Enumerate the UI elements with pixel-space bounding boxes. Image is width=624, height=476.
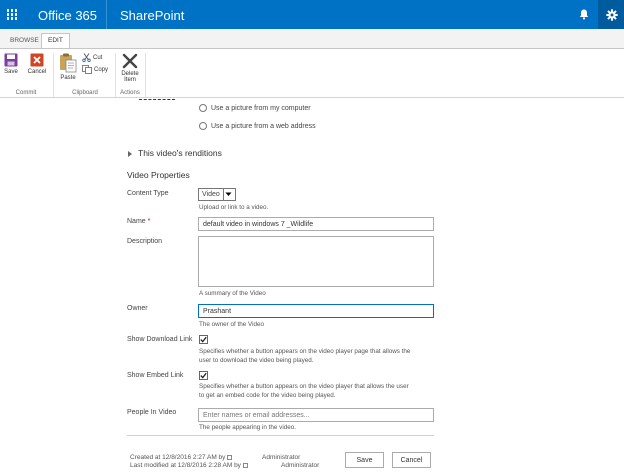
form-cancel-button[interactable]: Cancel bbox=[392, 452, 431, 468]
people-label: People In Video bbox=[127, 409, 177, 416]
required-indicator: * bbox=[147, 218, 151, 225]
modified-text: Last modified at 12/8/2016 2:28 AM by bbox=[130, 462, 241, 469]
group-label-actions: Actions bbox=[120, 90, 140, 96]
name-label-text: Name bbox=[127, 218, 146, 225]
group-label-commit: Commit bbox=[15, 90, 37, 96]
presence-icon bbox=[227, 454, 233, 460]
owner-label: Owner bbox=[127, 305, 148, 312]
thumbnail-preview-edge bbox=[139, 99, 175, 101]
product-link[interactable]: SharePoint bbox=[120, 8, 184, 23]
brand-link[interactable]: Office 365 bbox=[38, 8, 97, 23]
thumbnail-option-computer[interactable]: Use a picture from my computer bbox=[199, 104, 311, 112]
suite-divider bbox=[106, 0, 107, 29]
modified-info: Last modified at 12/8/2016 2:28 AM by bbox=[130, 462, 248, 469]
copy-icon bbox=[82, 65, 92, 74]
show-download-hint: Specifies whether a button appears on th… bbox=[199, 347, 410, 365]
chevron-down-icon bbox=[222, 189, 233, 200]
delete-item-button[interactable]: Delete Item bbox=[118, 53, 142, 83]
section-heading: Video Properties bbox=[127, 170, 190, 180]
ribbon-tabs: BROWSE EDIT bbox=[0, 29, 624, 49]
waffle-icon bbox=[6, 9, 18, 20]
expand-arrow-icon bbox=[128, 150, 132, 157]
save-label: Save bbox=[4, 69, 18, 75]
owner-hint: The owner of the Video bbox=[199, 321, 264, 328]
people-picker-input[interactable]: Enter names or email addresses... bbox=[198, 408, 434, 422]
content-type-hint: Upload or link to a video. bbox=[199, 204, 269, 211]
copy-button[interactable]: Copy bbox=[82, 65, 108, 74]
paste-icon bbox=[60, 53, 77, 73]
people-hint: The people appearing in the video. bbox=[199, 424, 296, 431]
content-type-value: Video bbox=[202, 191, 220, 198]
delete-label-line2: Item bbox=[124, 77, 136, 83]
created-text: Created at 12/8/2016 2:27 AM by bbox=[130, 454, 226, 461]
show-embed-hint-line2: to get an embed code for the video being… bbox=[199, 392, 336, 399]
show-embed-label: Show Embed Link bbox=[127, 372, 184, 379]
show-download-checkbox[interactable] bbox=[199, 335, 208, 344]
show-embed-hint: Specifies whether a button appears on th… bbox=[199, 382, 409, 400]
ribbon: Save Cancel Commit Paste Cut Copy Clipbo… bbox=[0, 48, 624, 98]
save-button[interactable]: Save bbox=[3, 53, 19, 75]
save-icon bbox=[4, 53, 18, 67]
group-separator bbox=[145, 53, 146, 97]
footer-divider bbox=[127, 435, 434, 436]
radio-button[interactable] bbox=[199, 122, 207, 130]
thumbnail-option-computer-label: Use a picture from my computer bbox=[211, 104, 311, 112]
name-input[interactable]: default video in windows 7 _Wildlife bbox=[198, 217, 434, 231]
cut-button[interactable]: Cut bbox=[82, 53, 102, 62]
created-by-link[interactable]: Administrator bbox=[262, 454, 300, 461]
show-download-label: Show Download Link bbox=[127, 336, 193, 343]
settings-button[interactable] bbox=[598, 0, 624, 29]
group-label-clipboard: Clipboard bbox=[72, 90, 98, 96]
paste-label: Paste bbox=[60, 75, 76, 81]
owner-input[interactable]: Prashant bbox=[198, 304, 434, 318]
presence-icon bbox=[242, 462, 248, 468]
renditions-toggle[interactable]: This video's renditions bbox=[128, 148, 222, 158]
checkmark-icon bbox=[200, 372, 207, 379]
show-embed-checkbox[interactable] bbox=[199, 371, 208, 380]
paste-button[interactable]: Paste bbox=[58, 53, 78, 81]
description-hint: A summary of the Video bbox=[199, 290, 266, 297]
cancel-button[interactable]: Cancel bbox=[26, 53, 48, 75]
thumbnail-option-web[interactable]: Use a picture from a web address bbox=[199, 122, 316, 130]
cancel-label: Cancel bbox=[27, 69, 47, 75]
edit-form: Use a picture from my computer Use a pic… bbox=[0, 99, 624, 476]
checkmark-icon bbox=[200, 336, 207, 343]
form-save-button[interactable]: Save bbox=[345, 452, 384, 468]
gear-icon bbox=[606, 8, 618, 21]
description-textarea[interactable] bbox=[198, 236, 434, 287]
show-download-hint-line2: user to download the video being played. bbox=[199, 357, 314, 364]
copy-label: Copy bbox=[94, 66, 109, 73]
suite-bar: Office 365 SharePoint bbox=[0, 0, 624, 29]
bell-icon bbox=[579, 9, 589, 20]
tab-browse[interactable]: BROWSE bbox=[4, 34, 45, 49]
tab-edit[interactable]: EDIT bbox=[41, 33, 70, 49]
scissors-icon bbox=[82, 53, 91, 62]
show-embed-hint-line1: Specifies whether a button appears on th… bbox=[199, 383, 409, 390]
created-info: Created at 12/8/2016 2:27 AM by bbox=[130, 454, 233, 461]
content-type-label: Content Type bbox=[127, 190, 169, 197]
app-launcher-button[interactable] bbox=[0, 0, 24, 29]
radio-button[interactable] bbox=[199, 104, 207, 112]
description-label: Description bbox=[127, 238, 163, 245]
cancel-icon bbox=[30, 53, 44, 67]
renditions-label: This video's renditions bbox=[138, 148, 222, 158]
notifications-button[interactable] bbox=[570, 0, 598, 29]
content-type-select[interactable]: Video bbox=[198, 188, 236, 201]
delete-icon bbox=[122, 53, 138, 69]
modified-by-link[interactable]: Administrator bbox=[281, 462, 319, 469]
name-label: Name * bbox=[127, 218, 150, 225]
group-separator bbox=[53, 53, 54, 97]
cut-label: Cut bbox=[93, 54, 103, 61]
thumbnail-option-web-label: Use a picture from a web address bbox=[211, 122, 316, 130]
show-download-hint-line1: Specifies whether a button appears on th… bbox=[199, 348, 411, 355]
